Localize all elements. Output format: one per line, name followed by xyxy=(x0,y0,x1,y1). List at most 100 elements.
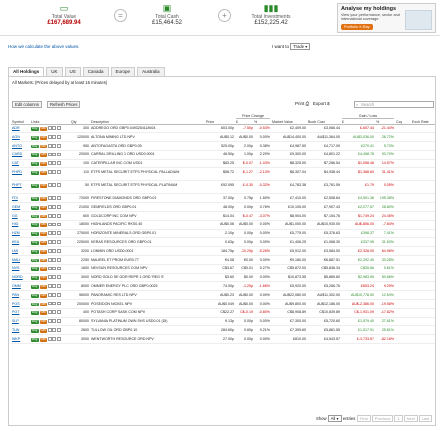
col-book-cost[interactable]: Book Cost xyxy=(307,113,341,125)
sell-button[interactable]: Sell xyxy=(39,161,47,166)
alert-icon[interactable] xyxy=(56,126,61,130)
sell-button[interactable]: Sell xyxy=(39,153,47,158)
sell-button[interactable]: Sell xyxy=(39,196,47,201)
symbol-cell[interactable]: PHPD xyxy=(11,167,30,182)
news-icon[interactable] xyxy=(52,204,57,209)
symbol-link[interactable]: SLP xyxy=(12,319,19,323)
news-icon[interactable] xyxy=(52,161,57,166)
col-ccy[interactable]: Ccy xyxy=(395,113,412,125)
symbol-link[interactable]: PHPD xyxy=(12,170,22,174)
alert-icon[interactable] xyxy=(56,292,61,297)
symbol-cell[interactable]: GEM xyxy=(11,202,30,213)
alert-icon[interactable] xyxy=(56,134,61,139)
alert-icon[interactable] xyxy=(56,231,61,236)
edit-columns-button[interactable]: Edit columns xyxy=(12,101,42,108)
symbol-cell[interactable]: POS xyxy=(11,299,30,309)
buy-button[interactable]: Buy xyxy=(31,161,39,166)
news-icon[interactable] xyxy=(52,301,57,306)
gl-abs-header[interactable]: £ xyxy=(342,120,376,124)
chart-icon[interactable] xyxy=(47,196,52,200)
sell-button[interactable]: Sell xyxy=(39,170,47,175)
chart-icon[interactable] xyxy=(47,231,52,236)
buy-button[interactable]: Buy xyxy=(31,267,39,272)
sell-button[interactable]: Sell xyxy=(39,135,47,140)
symbol-cell[interactable]: CARD xyxy=(11,150,30,160)
sell-button[interactable]: Sell xyxy=(39,275,47,280)
symbol-link[interactable]: FDI xyxy=(12,196,18,200)
sell-button[interactable]: Sell xyxy=(39,240,47,245)
sell-button[interactable]: Sell xyxy=(39,223,47,228)
print-link[interactable]: Print xyxy=(295,101,304,106)
buy-button[interactable]: Buy xyxy=(31,231,39,236)
alert-icon[interactable] xyxy=(56,240,61,244)
symbol-cell[interactable]: AGN xyxy=(11,132,30,143)
symbol-link[interactable]: NORD xyxy=(12,275,23,279)
chart-icon[interactable] xyxy=(47,284,52,288)
buy-button[interactable]: Buy xyxy=(31,153,39,158)
news-icon[interactable] xyxy=(52,222,57,227)
buy-button[interactable]: Buy xyxy=(31,328,39,333)
news-icon[interactable] xyxy=(52,240,57,244)
chart-icon[interactable] xyxy=(47,257,52,262)
symbol-cell[interactable]: ANTO xyxy=(11,141,30,151)
symbol-cell[interactable]: NORD xyxy=(11,273,30,283)
chart-icon[interactable] xyxy=(47,310,52,315)
symbol-cell[interactable]: NVS xyxy=(11,264,30,274)
news-icon[interactable] xyxy=(52,284,57,288)
buy-button[interactable]: Buy xyxy=(31,196,39,201)
chart-icon[interactable] xyxy=(47,183,52,187)
news-icon[interactable] xyxy=(52,257,57,262)
alert-icon[interactable] xyxy=(56,336,61,341)
want-to-select[interactable]: Trade ▾ xyxy=(290,43,311,50)
symbol-link[interactable]: PAN xyxy=(12,293,19,297)
news-icon[interactable] xyxy=(52,134,57,139)
symbol-link[interactable]: NVS xyxy=(12,266,19,270)
news-icon[interactable] xyxy=(52,126,57,130)
tab-uk[interactable]: UK xyxy=(46,67,63,76)
symbol-cell[interactable]: PHPT xyxy=(11,180,30,195)
chart-icon[interactable] xyxy=(47,248,52,253)
symbol-cell[interactable]: FDI xyxy=(11,193,30,204)
buy-button[interactable]: Buy xyxy=(31,223,39,228)
news-icon[interactable] xyxy=(52,170,57,174)
news-icon[interactable] xyxy=(52,196,57,200)
news-icon[interactable] xyxy=(52,143,57,148)
alert-icon[interactable] xyxy=(56,319,61,324)
buy-button[interactable]: Buy xyxy=(31,249,39,254)
sell-button[interactable]: Sell xyxy=(39,302,47,307)
export-icon[interactable]: ⇩ xyxy=(327,101,330,106)
gl-pct-header[interactable]: % xyxy=(376,120,379,124)
pager-page[interactable]: 1 xyxy=(394,415,403,422)
buy-button[interactable]: Buy xyxy=(31,319,39,324)
alert-icon[interactable] xyxy=(56,170,61,174)
alert-icon[interactable] xyxy=(56,266,61,271)
symbol-link[interactable]: GEM xyxy=(12,205,20,209)
symbol-link[interactable]: POS xyxy=(12,302,20,306)
symbol-link[interactable]: ADR xyxy=(12,126,20,130)
symbol-link[interactable]: CAT xyxy=(12,161,19,165)
chart-icon[interactable] xyxy=(47,275,52,280)
symbol-cell[interactable]: POT xyxy=(11,308,30,318)
news-icon[interactable] xyxy=(52,213,57,218)
alert-icon[interactable] xyxy=(56,152,61,157)
show-select[interactable]: All ▾ xyxy=(327,415,342,422)
sell-button[interactable]: Sell xyxy=(39,214,47,219)
alert-icon[interactable] xyxy=(56,257,61,262)
news-icon[interactable] xyxy=(52,183,57,187)
symbol-cell[interactable]: KEA xyxy=(11,237,30,248)
alert-icon[interactable] xyxy=(56,161,61,166)
sell-button[interactable]: Sell xyxy=(39,284,47,289)
pc-abs-header[interactable]: £ xyxy=(236,120,254,124)
sell-button[interactable]: Sell xyxy=(39,258,47,263)
buy-button[interactable]: Buy xyxy=(31,214,39,219)
news-icon[interactable] xyxy=(52,152,57,157)
alert-icon[interactable] xyxy=(56,143,61,148)
alert-icon[interactable] xyxy=(56,284,61,288)
symbol-link[interactable]: AGN xyxy=(12,135,20,139)
buy-button[interactable]: Buy xyxy=(31,126,39,131)
printer-icon[interactable]: ⎙ xyxy=(306,101,310,106)
chart-icon[interactable] xyxy=(47,266,52,271)
symbol-link[interactable]: CARD xyxy=(12,152,22,156)
sell-button[interactable]: Sell xyxy=(39,205,47,210)
news-icon[interactable] xyxy=(52,328,57,332)
